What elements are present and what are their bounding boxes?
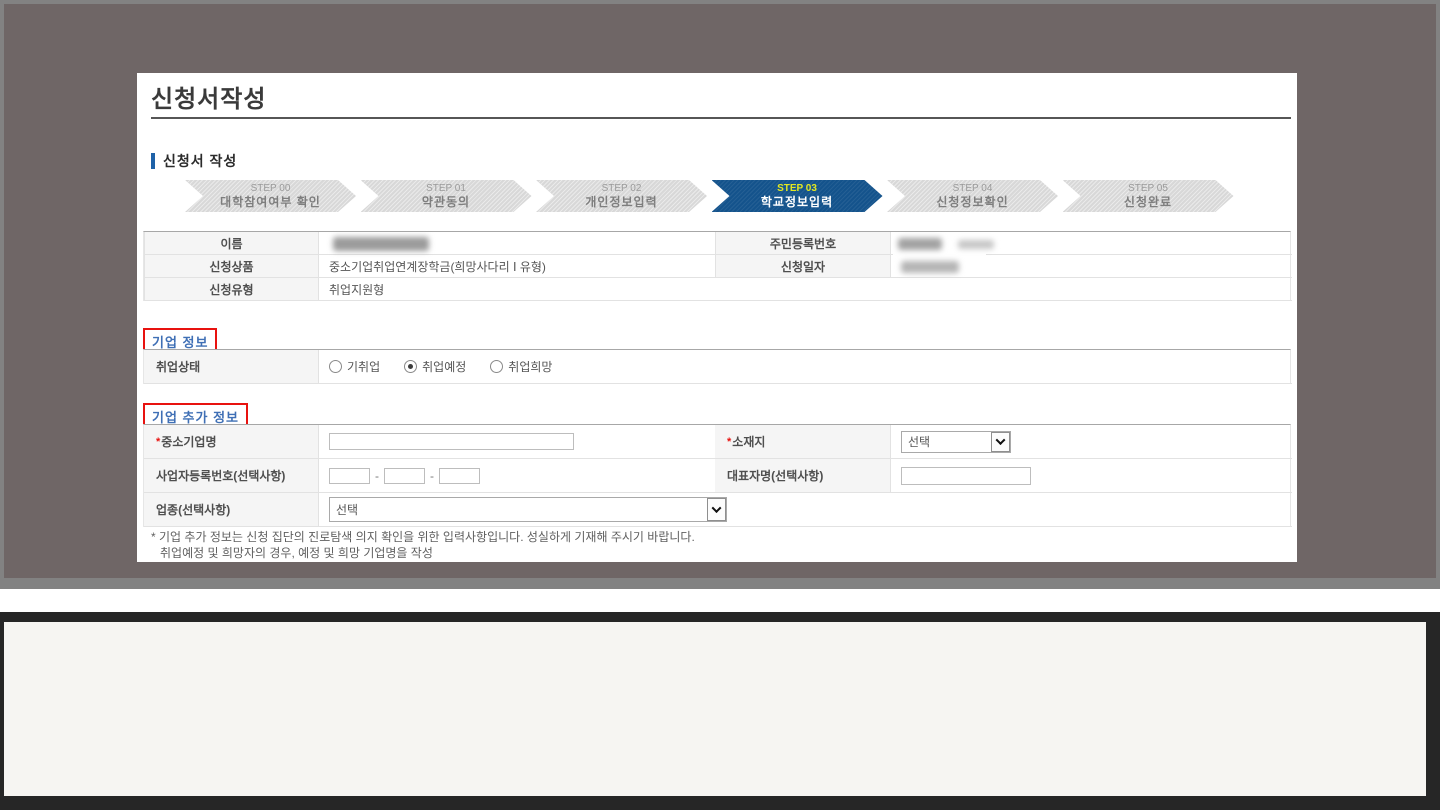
step-label: 약관동의 [422, 195, 470, 209]
step-label: 학교정보입력 [761, 195, 833, 209]
step-03-active: STEP 03 학교정보입력 [712, 180, 883, 212]
form-section-heading-label: 신청서 작성 [163, 151, 237, 171]
radio-option-employed[interactable]: 기취업 [329, 358, 380, 375]
step-label: 대학참여여부 확인 [220, 195, 321, 209]
page-title: 신청서작성 [151, 79, 266, 114]
company-extra-section-title-text: 기업 추가 정보 [152, 410, 239, 425]
dash-separator: - [430, 469, 434, 483]
form-section-heading: 신청서 작성 [151, 151, 237, 171]
footer-region [0, 612, 1440, 810]
product-label: 신청상품 [144, 255, 319, 278]
rrn-label: 주민등록번호 [715, 232, 891, 255]
name-label: 이름 [144, 232, 319, 255]
company-name-input[interactable] [329, 433, 574, 450]
step-02: STEP 02 개인정보입력 [536, 180, 707, 212]
step-04: STEP 04 신청정보확인 [887, 180, 1058, 212]
business-number-label: 사업자등록번호(선택사항) [144, 459, 319, 493]
location-label: *소재지 [715, 425, 891, 459]
step-label: 신청완료 [1124, 195, 1172, 209]
location-label-text: 소재지 [732, 433, 765, 450]
radio-option-hoping[interactable]: 취업희망 [490, 358, 552, 375]
step-number: STEP 04 [953, 183, 993, 195]
business-number-input-2[interactable] [384, 468, 425, 484]
step-number: STEP 02 [602, 183, 642, 195]
radio-option-expected-selected[interactable]: 취업예정 [404, 358, 466, 375]
step-00: STEP 00 대학참여여부 확인 [185, 180, 356, 212]
chevron-glyph [712, 503, 722, 513]
step-05: STEP 05 신청완료 [1063, 180, 1234, 212]
dash-separator: - [375, 469, 379, 483]
company-name-label: *중소기업명 [144, 425, 319, 459]
type-label: 신청유형 [144, 278, 319, 301]
step-01: STEP 01 약관동의 [361, 180, 532, 212]
redacted-rrn-value [898, 238, 942, 250]
radio-option-label: 취업예정 [422, 358, 466, 375]
redacted-date-value [901, 261, 959, 273]
footnote-line-2: 취업예정 및 희망자의 경우, 예정 및 희망 기업명을 작성 [151, 545, 695, 561]
step-label: 개인정보입력 [585, 195, 657, 209]
step-number: STEP 03 [777, 183, 817, 195]
radio-icon[interactable] [490, 360, 503, 373]
product-value: 중소기업취업연계장학금(희망사다리 Ⅰ 유형) [319, 255, 715, 278]
ceo-name-label: 대표자명(선택사항) [715, 459, 891, 493]
main-background: 신청서작성 신청서 작성 STEP 00 대학참여여부 확인 STEP 01 약… [4, 4, 1436, 578]
radio-selected-icon[interactable] [404, 360, 417, 373]
footnote-line-1: * 기업 추가 정보는 신청 집단의 진로탐색 의지 확인을 위한 입력사항입니… [151, 529, 695, 545]
business-number-input-1[interactable] [329, 468, 370, 484]
heading-accent-bar [151, 153, 155, 169]
redacted-rrn-value [958, 240, 994, 249]
business-number-input-3[interactable] [439, 468, 480, 484]
title-divider [151, 117, 1291, 119]
company-info-section-title-text: 기업 정보 [152, 335, 208, 350]
industry-select[interactable]: 선택 [329, 497, 727, 522]
footer-empty-panel [4, 622, 1426, 796]
radio-option-label: 취업희망 [508, 358, 552, 375]
chevron-down-icon[interactable] [707, 498, 726, 521]
step-number: STEP 05 [1128, 183, 1168, 195]
radio-option-label: 기취업 [347, 358, 380, 375]
company-info-table: 취업상태 기취업 취업예정 취업희망 [143, 349, 1291, 384]
industry-label: 업종(선택사항) [144, 493, 319, 527]
progress-steps: STEP 00 대학참여여부 확인 STEP 01 약관동의 STEP 02 개… [185, 180, 1239, 212]
company-name-cell [319, 425, 715, 459]
screen: 신청서작성 신청서 작성 STEP 00 대학참여여부 확인 STEP 01 약… [0, 0, 1440, 810]
employment-status-label: 취업상태 [144, 350, 319, 384]
employment-status-options: 기취업 취업예정 취업희망 [319, 350, 1292, 384]
radio-icon[interactable] [329, 360, 342, 373]
location-select-value: 선택 [908, 433, 930, 450]
location-cell: 선택 [891, 425, 1292, 459]
industry-cell: 선택 [319, 493, 1292, 527]
required-mark: * [727, 436, 731, 448]
step-label: 신청정보확인 [936, 195, 1008, 209]
redacted-name-value [333, 237, 429, 251]
step-number: STEP 00 [251, 183, 291, 195]
required-mark: * [156, 436, 160, 448]
chevron-glyph [996, 435, 1006, 445]
location-select[interactable]: 선택 [901, 431, 1011, 453]
industry-select-value: 선택 [336, 501, 358, 518]
application-form-card: 신청서작성 신청서 작성 STEP 00 대학참여여부 확인 STEP 01 약… [137, 73, 1297, 562]
company-name-label-text: 중소기업명 [161, 433, 216, 450]
type-value: 취업지원형 [319, 278, 1292, 301]
date-label: 신청일자 [715, 255, 891, 278]
step-number: STEP 01 [426, 183, 466, 195]
chevron-down-icon[interactable] [991, 432, 1010, 452]
business-number-cell: - - [319, 459, 715, 493]
company-extra-table: *중소기업명 *소재지 선택 사업자등록번호(선택사항) - [143, 424, 1291, 527]
ceo-name-cell [891, 459, 1292, 493]
ceo-name-input[interactable] [901, 467, 1031, 485]
white-divider-band [0, 589, 1440, 612]
applicant-info-table: 이름 주민등록번호 신청상품 중소기업취업연계장학금(희망사다리 Ⅰ 유형) 신… [143, 231, 1291, 301]
footnotes: * 기업 추가 정보는 신청 집단의 진로탐색 의지 확인을 위한 입력사항입니… [151, 529, 695, 561]
